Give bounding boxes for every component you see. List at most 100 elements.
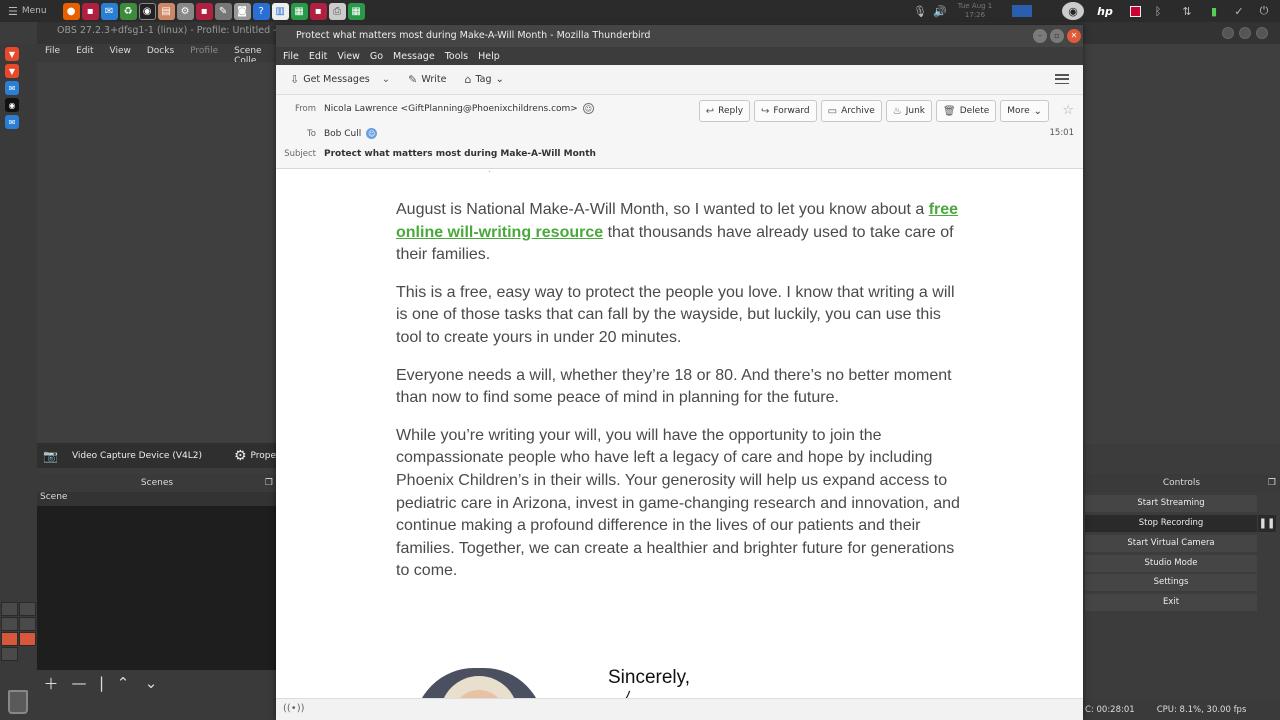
add-contact-icon[interactable]: ☺ <box>582 103 594 114</box>
tag-button[interactable]: ⌂ Tag ⌄ <box>458 70 509 89</box>
app-menu-icon[interactable] <box>1055 72 1069 86</box>
obs-menu-scene-collection[interactable]: Scene Colle <box>226 44 277 66</box>
star-icon[interactable]: ☆ <box>1062 103 1074 118</box>
start-streaming-button[interactable]: Start Streaming <box>1085 495 1257 512</box>
menu-go[interactable]: Go <box>365 51 388 62</box>
spreadsheet2-icon[interactable]: ▦ <box>347 2 365 20</box>
scene-list[interactable] <box>37 506 277 670</box>
move-down-icon[interactable]: ⌄ <box>143 674 159 692</box>
reply-button[interactable]: ↩ Reply <box>698 100 751 122</box>
thunderbird-icon[interactable]: ✉ <box>100 2 118 20</box>
obs-menu-edit[interactable]: Edit <box>68 44 101 62</box>
contact-icon[interactable]: ☺ <box>366 128 378 139</box>
brave2-icon[interactable]: ▼ <box>5 64 19 78</box>
write-button[interactable]: ✎ Write <box>402 70 452 89</box>
spreadsheet-icon[interactable]: ▦ <box>290 2 308 20</box>
menu-message[interactable]: Message <box>388 51 440 62</box>
obs-tray-icon[interactable]: ◉ <box>1062 2 1084 20</box>
user-icon[interactable]: ⏻ <box>1256 0 1272 22</box>
app-red-icon[interactable]: ▪ <box>81 2 99 20</box>
recycle-icon[interactable]: ♻ <box>119 2 137 20</box>
to-value[interactable]: Bob Cull <box>324 129 361 139</box>
thunderbird-dock-icon[interactable]: ✉ <box>5 81 19 95</box>
workspace-3[interactable] <box>1 617 18 631</box>
close-icon[interactable]: ✕ <box>1067 29 1081 43</box>
editor-icon[interactable]: ✎ <box>214 2 232 20</box>
help-icon[interactable]: ? <box>252 2 270 20</box>
maximize-icon[interactable]: ▫ <box>1050 29 1064 43</box>
brave-icon[interactable]: ▼ <box>5 47 19 61</box>
delete-button[interactable]: 🗑 Delete <box>936 100 997 122</box>
keyboard-layout-icon[interactable] <box>1012 5 1032 17</box>
activity-icon[interactable]: ((•)) <box>283 703 305 714</box>
add-scene-icon[interactable]: ＋ <box>43 673 59 694</box>
volume-icon[interactable]: 🔊 <box>932 0 948 22</box>
hp-icon[interactable]: hp <box>1094 0 1116 22</box>
app-red3-icon[interactable]: ▪ <box>309 2 327 20</box>
obs-menu-view[interactable]: View <box>102 44 139 62</box>
junk-button[interactable]: ♨ Junk <box>885 100 933 122</box>
move-up-icon[interactable]: ⌃ <box>115 674 131 692</box>
obs-dock-icon[interactable]: ◉ <box>5 98 19 112</box>
thunderbird2-dock-icon[interactable]: ✉ <box>5 115 19 129</box>
get-messages-dropdown-icon[interactable]: ⌄ <box>382 74 390 85</box>
more-button[interactable]: More ⌄ <box>1000 100 1049 122</box>
trash-can-icon: 🗑 <box>943 105 956 117</box>
message-body[interactable]: , August is National Make-A-Will Month, … <box>276 171 1083 698</box>
obs-menu-file[interactable]: File <box>37 44 68 62</box>
subject-row: Subject Protect what matters most during… <box>276 149 596 159</box>
remove-scene-icon[interactable]: — <box>71 674 87 692</box>
firefox-icon[interactable]: ● <box>62 2 80 20</box>
workspace-2[interactable] <box>19 602 36 616</box>
start-virtual-camera-button[interactable]: Start Virtual Camera <box>1085 535 1257 552</box>
properties-button[interactable]: ⚙ Prope <box>234 448 276 464</box>
workspace-5[interactable] <box>1 632 18 646</box>
obs-icon[interactable]: ◉ <box>138 2 156 20</box>
obs-minimize-icon[interactable] <box>1222 27 1234 39</box>
document-icon[interactable]: ▥ <box>271 2 289 20</box>
workspace-6[interactable] <box>19 632 36 646</box>
minimize-icon[interactable]: – <box>1033 29 1047 43</box>
bluetooth-icon[interactable]: ᛒ <box>1152 0 1164 22</box>
controls-title: Controls <box>1162 478 1201 488</box>
settings-button[interactable]: Settings <box>1085 574 1257 591</box>
obs-close-icon[interactable] <box>1256 27 1268 39</box>
get-messages-button[interactable]: ⇩ Get Messages <box>284 70 376 89</box>
to-row: To Bob Cull ☺ <box>276 128 378 139</box>
reply-label: Reply <box>718 106 744 116</box>
files-icon[interactable]: ▤ <box>157 2 175 20</box>
workspace-4[interactable] <box>19 617 36 631</box>
forward-button[interactable]: ↪ Forward <box>754 100 817 122</box>
workspace-7[interactable] <box>1 647 18 661</box>
record-tray-icon[interactable] <box>1128 0 1142 22</box>
menu-button[interactable]: ☰ Menu <box>0 0 55 22</box>
menu-tools[interactable]: Tools <box>440 51 473 62</box>
settings-app-icon[interactable]: ⚙ <box>176 2 194 20</box>
obs-maximize-icon[interactable] <box>1239 27 1251 39</box>
pause-recording-icon[interactable]: ❚❚ <box>1258 515 1276 532</box>
tag-icon: ⌂ <box>464 73 472 86</box>
printer-icon[interactable]: ⎙ <box>328 2 346 20</box>
menu-view[interactable]: View <box>332 51 365 62</box>
workspace-1[interactable] <box>1 602 18 616</box>
update-icon[interactable]: ✓ <box>1232 0 1246 22</box>
network-icon[interactable]: ⇅ <box>1180 0 1194 22</box>
trash-icon[interactable] <box>8 690 28 714</box>
controls-undock-icon[interactable]: ❐ <box>1268 474 1276 492</box>
obs-menu-docks[interactable]: Docks <box>139 44 182 62</box>
menu-edit[interactable]: Edit <box>304 51 332 62</box>
app-red2-icon[interactable]: ▪ <box>195 2 213 20</box>
archive-button[interactable]: ▭ Archive <box>820 100 882 122</box>
studio-mode-button[interactable]: Studio Mode <box>1085 555 1257 572</box>
scenes-undock-icon[interactable]: ❐ <box>265 474 273 492</box>
from-value[interactable]: Nicola Lawrence <GiftPlanning@Phoenixchi… <box>324 104 578 114</box>
microphone-icon[interactable]: 🎙 <box>913 0 927 22</box>
clock[interactable]: Tue Aug 1 17:26 <box>950 0 1000 22</box>
exit-button[interactable]: Exit <box>1085 594 1257 611</box>
menu-help[interactable]: Help <box>473 51 505 62</box>
camera-icon[interactable]: ◙ <box>233 2 251 20</box>
menu-file[interactable]: File <box>278 51 304 62</box>
stop-recording-button[interactable]: Stop Recording <box>1085 515 1257 532</box>
battery-icon[interactable]: ▮ <box>1206 0 1222 22</box>
obs-menu-profile[interactable]: Profile <box>182 44 226 62</box>
